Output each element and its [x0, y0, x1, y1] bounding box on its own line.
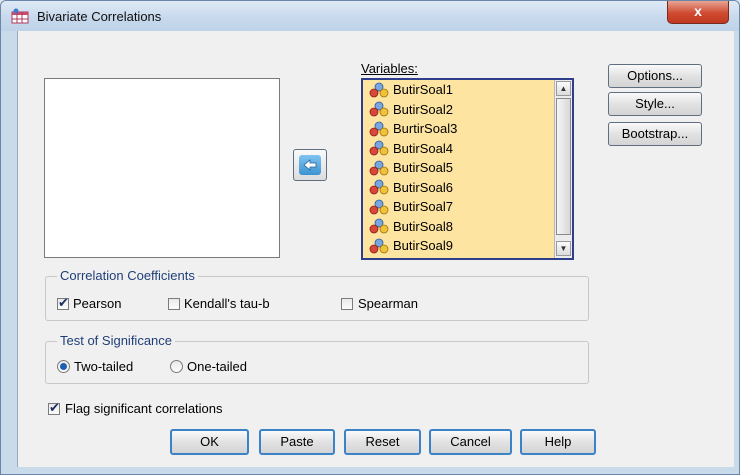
variable-item[interactable]: ButirSoal9: [363, 236, 572, 256]
window-title: Bivariate Correlations: [37, 9, 162, 24]
cancel-button-label: Cancel: [450, 434, 491, 449]
variable-item-label: ButirSoal9: [393, 238, 453, 254]
spearman-label: Spearman: [358, 296, 418, 311]
cancel-button[interactable]: Cancel: [429, 429, 512, 455]
variable-item[interactable]: ButirSoal5: [363, 158, 572, 178]
ok-button[interactable]: OK: [170, 429, 249, 455]
style-button-label: Style...: [635, 96, 675, 111]
list-scrollbar[interactable]: ▲ ▼: [554, 80, 572, 258]
variable-item[interactable]: ButirSoal2: [363, 100, 572, 120]
variable-item[interactable]: ButirSoal1: [363, 80, 572, 100]
app-icon: [11, 8, 29, 24]
variable-item-label: ButirSoal6: [393, 179, 453, 195]
correlation-coefficients-title: Correlation Coefficients: [57, 268, 198, 283]
variable-item-label: BurtirSoal3: [393, 121, 458, 137]
variables-label: Variables:: [361, 61, 418, 76]
variable-item[interactable]: ButirSoal7: [363, 197, 572, 217]
two-tailed-label: Two-tailed: [74, 359, 134, 374]
scale-variable-icon: [369, 101, 389, 117]
scale-variable-icon: [369, 218, 389, 234]
options-button-label: Options...: [627, 68, 683, 83]
scale-variable-icon: [369, 82, 389, 98]
flag-significant-checkbox[interactable]: [48, 400, 60, 416]
scale-variable-icon: [369, 121, 389, 137]
two-tailed-radio[interactable]: [57, 360, 70, 373]
paste-button-label: Paste: [280, 434, 314, 449]
variable-item[interactable]: ButirSoal8: [363, 217, 572, 237]
flag-significant-label: Flag significant correlations: [65, 401, 223, 416]
style-button[interactable]: Style...: [608, 92, 702, 116]
target-variable-list[interactable]: ButirSoal1 ButirSoal2 BurtirSoal3 ButirSoal…: [361, 78, 574, 260]
variable-items: ButirSoal1 ButirSoal2 BurtirSoal3 ButirSoal…: [363, 80, 572, 256]
kendall-label: Kendall's tau-b: [184, 296, 270, 311]
scale-variable-icon: [369, 160, 389, 176]
variable-item-label: ButirSoal8: [393, 218, 453, 234]
dialog-window: Bivariate Correlations x Variables: Buti…: [0, 0, 740, 475]
variable-item-label: ButirSoal7: [393, 199, 453, 215]
kendall-checkbox[interactable]: [168, 298, 180, 310]
pearson-label: Pearson: [73, 296, 122, 311]
pearson-checkbox[interactable]: [57, 295, 69, 311]
variable-item-label: ButirSoal4: [393, 140, 453, 156]
arrow-left-icon: [303, 159, 317, 171]
spearman-checkbox[interactable]: [341, 298, 353, 310]
move-variable-button[interactable]: [293, 149, 327, 181]
scale-variable-icon: [369, 199, 389, 215]
variable-item[interactable]: ButirSoal6: [363, 178, 572, 198]
test-of-significance-title: Test of Significance: [57, 333, 176, 348]
one-tailed-label: One-tailed: [187, 359, 247, 374]
variable-item-label: ButirSoal1: [393, 82, 453, 98]
options-button[interactable]: Options...: [608, 64, 702, 88]
scale-variable-icon: [369, 179, 389, 195]
scroll-thumb[interactable]: [556, 98, 571, 235]
bootstrap-button-label: Bootstrap...: [621, 126, 689, 141]
close-button[interactable]: x: [667, 1, 729, 24]
scroll-down-icon[interactable]: ▼: [556, 241, 571, 256]
scale-variable-icon: [369, 238, 389, 254]
variable-item-label: ButirSoal5: [393, 160, 453, 176]
scale-variable-icon: [369, 140, 389, 156]
help-button-label: Help: [544, 434, 572, 449]
help-button[interactable]: Help: [520, 429, 596, 455]
variable-item[interactable]: ButirSoal4: [363, 139, 572, 159]
scroll-up-icon[interactable]: ▲: [556, 81, 571, 96]
source-variable-list[interactable]: [44, 78, 280, 258]
variables-label-text: Variables:: [361, 61, 418, 76]
reset-button[interactable]: Reset: [344, 429, 421, 455]
close-icon: x: [694, 3, 702, 19]
variable-item-label: ButirSoal2: [393, 101, 453, 117]
reset-button-label: Reset: [365, 434, 400, 449]
one-tailed-radio[interactable]: [170, 360, 183, 373]
paste-button[interactable]: Paste: [259, 429, 335, 455]
title-bar[interactable]: Bivariate Correlations x: [1, 1, 739, 31]
ok-button-label: OK: [200, 434, 219, 449]
bootstrap-button[interactable]: Bootstrap...: [608, 122, 702, 146]
variable-item[interactable]: BurtirSoal3: [363, 119, 572, 139]
dialog-body: Variables: ButirSoal1 ButirSoal2 BurtirSoa…: [17, 31, 734, 467]
